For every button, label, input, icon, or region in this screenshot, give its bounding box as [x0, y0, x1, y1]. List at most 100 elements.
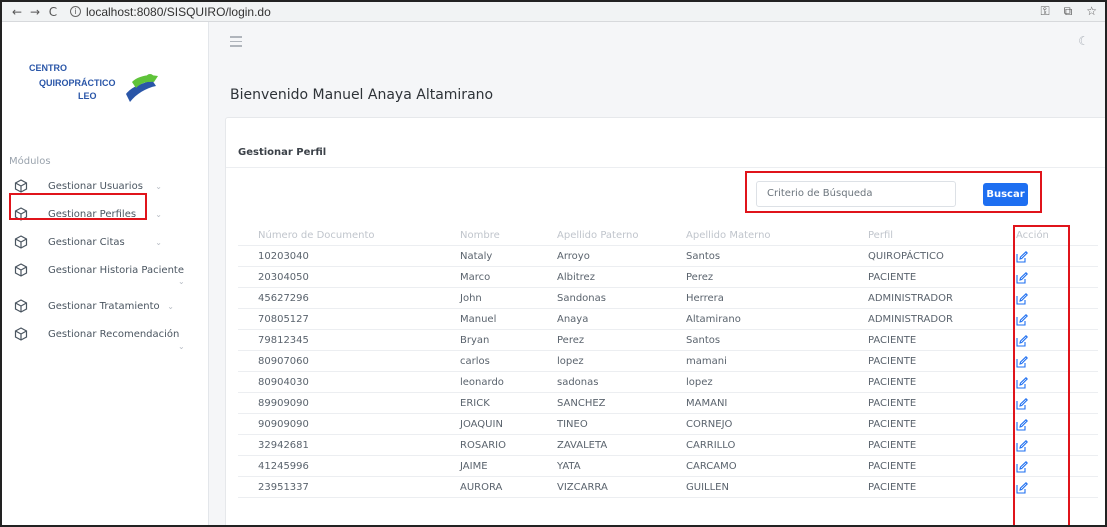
highlight-action-column [1013, 225, 1070, 525]
star-icon[interactable]: ☆ [1086, 4, 1097, 19]
chevron-down-icon: ⌄ [155, 238, 162, 247]
table-cell: PACIENTE [868, 356, 917, 367]
key-icon[interactable]: ⚿ [1041, 4, 1050, 19]
table-cell: Nataly [460, 251, 493, 262]
table-cell: JOAQUIN [460, 419, 503, 430]
url-text: localhost:8080/SISQUIRO/login.do [86, 4, 271, 19]
table-cell: JAIME [460, 461, 488, 472]
table-cell: Santos [686, 335, 721, 346]
table-cell: Altamirano [686, 314, 741, 325]
brand-line-3: LEO [78, 91, 97, 101]
sidebar-item-historia[interactable]: Gestionar Historia Paciente [14, 260, 204, 280]
table-cell: lopez [557, 356, 584, 367]
table-cell: lopez [686, 377, 713, 388]
table-cell: PACIENTE [868, 440, 917, 451]
table-cell: CARCAMO [686, 461, 737, 472]
table-cell: PACIENTE [868, 335, 917, 346]
table-row: 10203040 Nataly Arroyo Santos QUIROPÁCTICO [238, 246, 1098, 267]
table-cell: John [460, 293, 482, 304]
brand-line-1: CENTRO [29, 63, 67, 73]
table-cell: sadonas [557, 377, 599, 388]
table-cell: Perez [686, 272, 714, 283]
welcome-title: Bienvenido Manuel Anaya Altamirano [230, 87, 494, 103]
table-cell: 41245996 [258, 461, 309, 472]
table-cell: ERICK [460, 398, 490, 409]
table-cell: Arroyo [557, 251, 590, 262]
table-row: 89909090 ERICK SANCHEZ MAMANI PACIENTE [238, 393, 1098, 414]
table-row: 90909090 JOAQUIN TINEO CORNEJO PACIENTE [238, 414, 1098, 435]
table-cell: Santos [686, 251, 721, 262]
sidebar-item-label: Gestionar Historia Paciente [48, 264, 184, 276]
table-cell: ADMINISTRADOR [868, 314, 953, 325]
table-cell: 20304050 [258, 272, 309, 283]
column-header: Apellido Materno [686, 230, 771, 241]
table-cell: QUIROPÁCTICO [868, 251, 944, 262]
profiles-table: Número de Documento Nombre Apellido Pate… [238, 225, 1098, 498]
brand-line-2: QUIROPRÁCTICO [39, 78, 116, 88]
table-cell: GUILLEN [686, 482, 729, 493]
info-icon[interactable]: i [70, 6, 81, 17]
table-cell: PACIENTE [868, 377, 917, 388]
sidebar-item-tratamiento[interactable]: Gestionar Tratamiento ⌄ [14, 296, 204, 316]
table-row: 32942681 ROSARIO ZAVALETA CARRILLO PACIENTE [238, 435, 1098, 456]
table-cell: SANCHEZ [557, 398, 606, 409]
table-cell: TINEO [557, 419, 588, 430]
moon-icon[interactable]: ☾ [1078, 34, 1089, 48]
sidebar: CENTRO QUIROPRÁCTICO LEO Módulos Gestion… [2, 22, 209, 525]
cube-icon [14, 299, 28, 313]
table-cell: VIZCARRA [557, 482, 608, 493]
table-cell: 45627296 [258, 293, 309, 304]
table-row: 79812345 Bryan Perez Santos PACIENTE [238, 330, 1098, 351]
table-cell: PACIENTE [868, 482, 917, 493]
table-row: 20304050 Marco Albitrez Perez PACIENTE [238, 267, 1098, 288]
table-cell: YATA [557, 461, 581, 472]
table-cell: PACIENTE [868, 272, 917, 283]
sidebar-item-citas[interactable]: Gestionar Citas ⌄ [14, 232, 204, 252]
column-header: Apellido Paterno [557, 230, 639, 241]
cube-icon [14, 263, 28, 277]
table-cell: Herrera [686, 293, 724, 304]
cube-icon [14, 179, 28, 193]
highlight-perfiles [9, 193, 147, 220]
forward-icon[interactable]: → [26, 5, 44, 19]
table-cell: 70805127 [258, 314, 309, 325]
chiropractic-logo-icon [126, 74, 158, 102]
table-cell: 10203040 [258, 251, 309, 262]
table-cell: ADMINISTRADOR [868, 293, 953, 304]
profile-card: Gestionar Perfil Criterio de Búsqueda Bu… [225, 117, 1105, 525]
sidebar-item-recomendacion[interactable]: Gestionar Recomendación [14, 324, 204, 344]
table-row: 23951337 AURORA VIZCARRA GUILLEN PACIENTE [238, 477, 1098, 498]
table-cell: CARRILLO [686, 440, 736, 451]
table-cell: 80904030 [258, 377, 309, 388]
table-cell: 80907060 [258, 356, 309, 367]
table-cell: Marco [460, 272, 491, 283]
table-cell: Sandonas [557, 293, 606, 304]
table-cell: Perez [557, 335, 585, 346]
table-cell: Manuel [460, 314, 497, 325]
cube-icon [14, 327, 28, 341]
address-bar[interactable]: i localhost:8080/SISQUIRO/login.do [70, 5, 271, 19]
highlight-search [745, 171, 1042, 213]
table-cell: Bryan [460, 335, 490, 346]
table-header: Número de Documento Nombre Apellido Pate… [238, 225, 1098, 246]
brand-logo[interactable]: CENTRO QUIROPRÁCTICO LEO [29, 59, 179, 115]
table-cell: PACIENTE [868, 398, 917, 409]
chevron-down-icon: ⌄ [178, 277, 185, 286]
chevron-down-icon: ⌄ [155, 210, 162, 219]
browser-toolbar: ← → C i localhost:8080/SISQUIRO/login.do… [2, 2, 1105, 22]
table-cell: 79812345 [258, 335, 309, 346]
chevron-down-icon: ⌄ [155, 182, 162, 191]
reload-icon[interactable]: C [44, 5, 62, 19]
table-cell: 89909090 [258, 398, 309, 409]
table-cell: Albitrez [557, 272, 595, 283]
sidebar-item-label: Gestionar Tratamiento [48, 300, 160, 312]
translate-icon[interactable]: ⧉ [1064, 4, 1073, 19]
back-icon[interactable]: ← [8, 5, 26, 19]
menu-toggle-icon[interactable] [230, 36, 242, 47]
cube-icon [14, 235, 28, 249]
table-cell: MAMANI [686, 398, 728, 409]
table-row: 80907060 carlos lopez mamani PACIENTE [238, 351, 1098, 372]
table-cell: leonardo [460, 377, 504, 388]
card-title: Gestionar Perfil [226, 134, 1105, 168]
sidebar-item-label: Gestionar Usuarios [48, 180, 143, 192]
